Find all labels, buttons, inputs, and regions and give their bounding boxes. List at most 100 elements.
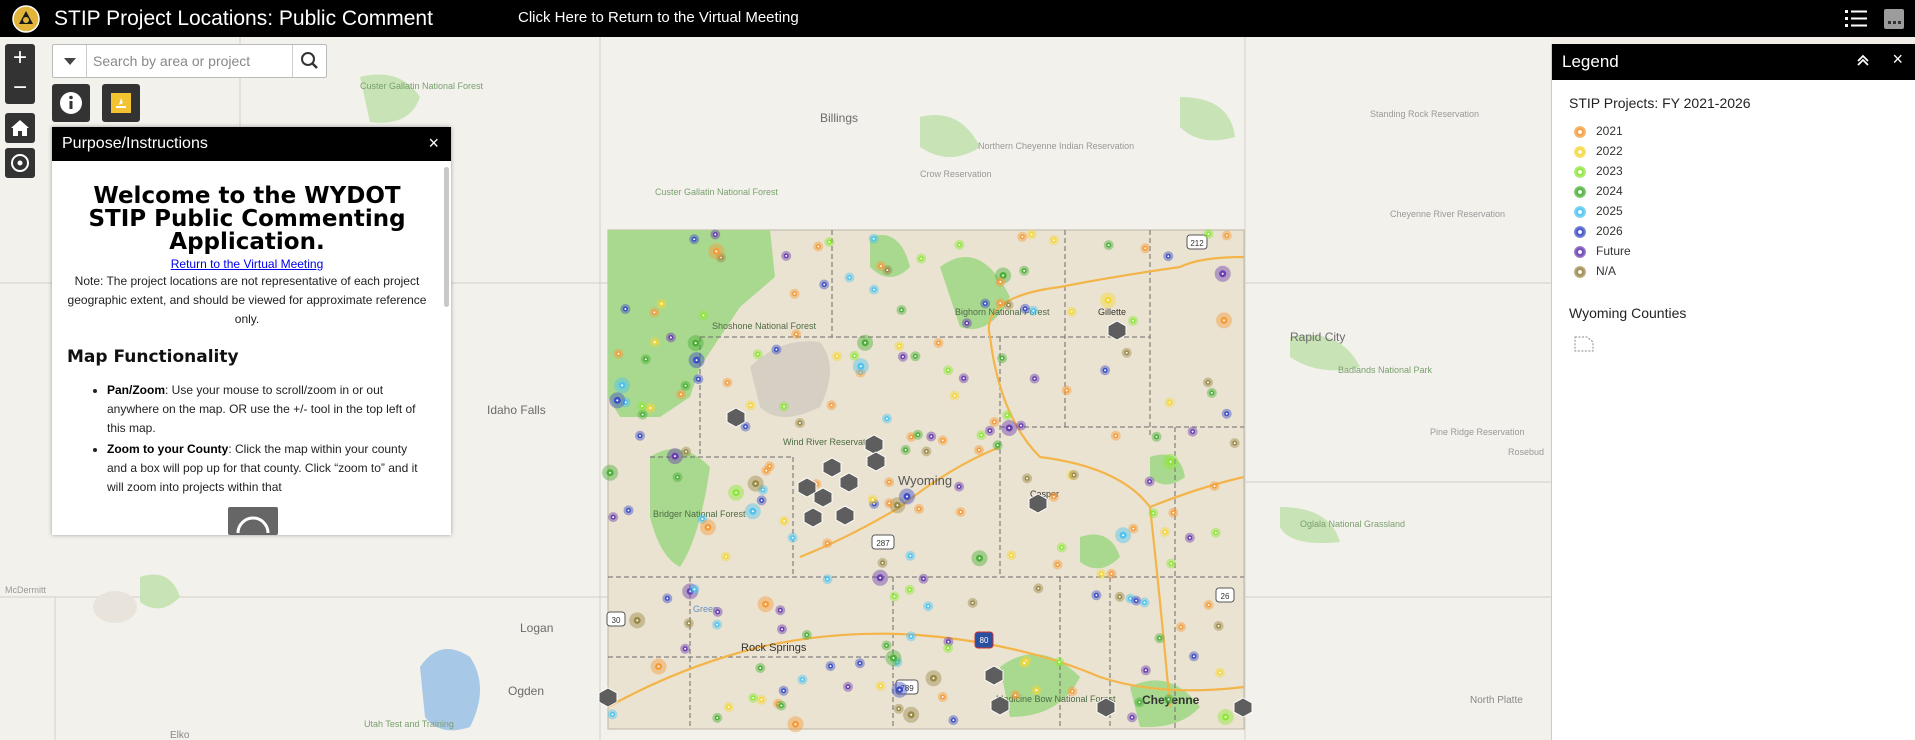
project-point-center: [996, 444, 999, 447]
legend-panel: Legend × STIP Projects: FY 2021-2026 202…: [1551, 44, 1915, 740]
project-point-center: [639, 434, 641, 437]
project-point-center: [641, 413, 644, 416]
project-point-center: [965, 322, 968, 325]
project-point-center: [706, 526, 709, 529]
project-point-center: [1210, 391, 1213, 394]
project-point-center: [716, 610, 719, 613]
project-point-center: [749, 404, 752, 407]
home-button[interactable]: [5, 113, 35, 143]
project-point-center: [1152, 512, 1155, 515]
project-point-center: [897, 707, 900, 710]
project-point-center: [937, 342, 940, 344]
app-header: STIP Project Locations: Public Comment C…: [0, 0, 1915, 37]
wydot-logo: [12, 5, 40, 33]
project-point-center: [1104, 369, 1107, 372]
panel-return-link[interactable]: Return to the Virtual Meeting: [67, 257, 427, 271]
label-mcdermitt: McDermitt: [5, 585, 46, 595]
layer-list-icon[interactable]: [1843, 7, 1869, 31]
legend-label: 2025: [1596, 204, 1623, 218]
legend-close-button[interactable]: ×: [1892, 49, 1903, 70]
project-point-center: [1107, 244, 1110, 247]
project-point-center: [910, 635, 913, 638]
functionality-list: Pan/Zoom: Use your mouse to scroll/zoom …: [67, 381, 427, 497]
project-point-center: [694, 342, 697, 345]
project-point-center: [765, 469, 768, 472]
comment-button[interactable]: [102, 84, 140, 122]
project-point-center: [1217, 625, 1220, 627]
panel-close-button[interactable]: ×: [428, 133, 439, 154]
project-point-center: [959, 511, 962, 513]
project-point-center: [1233, 442, 1236, 445]
project-point-center: [1071, 690, 1074, 693]
project-point-center: [1014, 694, 1017, 697]
panel-scrollbar[interactable]: [444, 167, 449, 307]
label-badlands: Badlands National Park: [1338, 365, 1433, 375]
basemap-gallery-icon[interactable]: [1881, 7, 1907, 31]
city-ogden: Ogden: [508, 684, 544, 698]
project-point-center: [779, 609, 782, 612]
project-point-center: [1035, 689, 1038, 692]
legend-swatch: [1574, 266, 1586, 278]
locate-button[interactable]: [5, 148, 35, 178]
search-button[interactable]: [292, 45, 326, 77]
about-button[interactable]: [52, 84, 90, 122]
project-point-center: [1214, 531, 1217, 534]
project-point-center: [609, 471, 612, 474]
project-point-center: [1125, 351, 1128, 354]
legend-header: Legend ×: [1552, 44, 1915, 80]
city-gillette: Gillette: [1098, 307, 1126, 317]
list-item: Pan/Zoom: Use your mouse to scroll/zoom …: [107, 381, 427, 438]
project-point-center: [627, 509, 630, 512]
project-point-center: [1072, 474, 1075, 476]
legend-swatch: [1574, 146, 1586, 158]
project-point-center: [826, 542, 829, 545]
project-point-center: [898, 688, 901, 691]
project-point-center: [1095, 594, 1098, 597]
project-point-center: [726, 381, 729, 384]
project-point-center: [801, 678, 804, 681]
project-point-center: [782, 689, 785, 692]
project-point-center: [941, 696, 944, 698]
welcome-heading: Welcome to the WYDOT STIP Public Comment…: [88, 183, 406, 255]
project-point-center: [795, 333, 798, 336]
collapse-icon[interactable]: [1855, 52, 1871, 68]
project-point-center: [947, 640, 950, 643]
project-point-center: [715, 250, 718, 253]
project-point-center: [1144, 247, 1147, 250]
project-point-center: [761, 488, 764, 491]
project-point-center: [760, 499, 763, 502]
project-point-center: [871, 498, 874, 501]
project-point-center: [781, 628, 783, 631]
project-point-center: [1100, 573, 1103, 575]
project-point-center: [848, 276, 851, 279]
project-point-center: [1058, 661, 1061, 664]
project-point-center: [756, 353, 759, 356]
project-point-center: [653, 341, 656, 344]
legend-swatch: [1574, 126, 1586, 138]
project-point-center: [817, 245, 820, 248]
project-point-center: [1144, 669, 1147, 672]
legend-label: 2021: [1596, 124, 1623, 138]
search-input[interactable]: [93, 45, 283, 77]
project-point-center: [873, 288, 875, 291]
zoom-in-button[interactable]: +: [5, 44, 35, 74]
project-point-center: [881, 561, 884, 564]
project-point-center: [1132, 527, 1135, 530]
project-point-center: [864, 341, 867, 344]
legend-swatch: [1574, 246, 1586, 258]
project-point-center: [660, 302, 663, 305]
search-source-dropdown[interactable]: [53, 45, 87, 77]
project-point-center: [1024, 307, 1027, 310]
project-point-center: [616, 399, 619, 402]
route-212-label: 212: [1190, 239, 1204, 248]
legend-swatch: [1574, 206, 1586, 218]
return-to-meeting-link[interactable]: Click Here to Return to the Virtual Meet…: [518, 9, 799, 26]
zoom-out-button[interactable]: −: [5, 74, 35, 104]
legend-label: 2024: [1596, 184, 1623, 198]
label-pine-ridge: Pine Ridge Reservation: [1430, 427, 1525, 437]
project-point-center: [879, 265, 882, 268]
project-point-center: [1052, 239, 1055, 242]
project-point-center: [702, 314, 705, 317]
project-point-center: [1122, 534, 1125, 537]
project-point-center: [1143, 601, 1146, 604]
